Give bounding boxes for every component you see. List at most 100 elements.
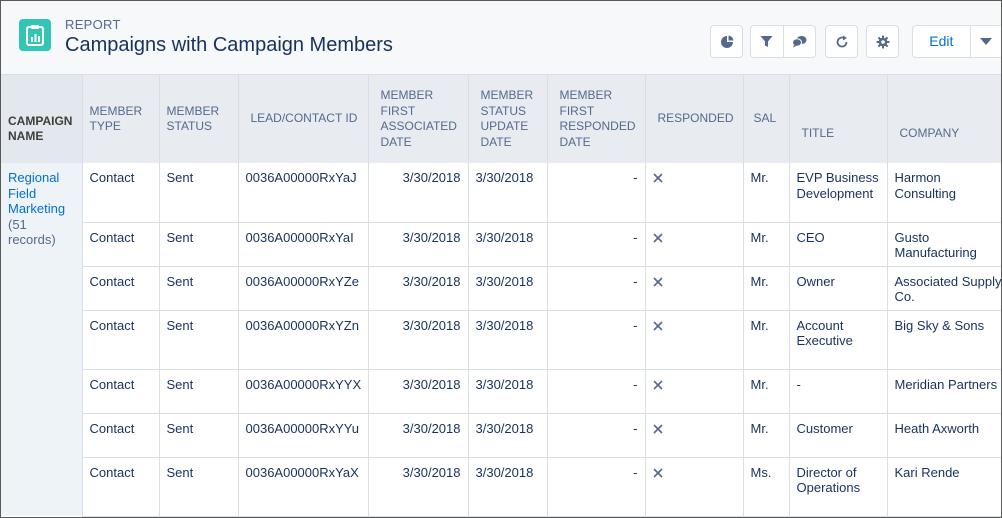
- cell-responded: [645, 457, 744, 517]
- cell-salutation: Mr.: [743, 310, 790, 370]
- cell-first-associated-date: 3/30/2018: [368, 222, 469, 267]
- cell-responded: [645, 413, 744, 458]
- cell-contact-id[interactable]: 0036A00000RxYaX: [238, 457, 369, 517]
- column-header-member-type[interactable]: MEMBER TYPE: [82, 75, 160, 163]
- cell-company: Heath Axworth: [887, 413, 1001, 458]
- report-clipboard-icon: [19, 19, 51, 51]
- column-header-lead-contact-id[interactable]: LEAD/CONTACT ID: [238, 75, 369, 163]
- refresh-icon: [836, 35, 847, 47]
- page-eyebrow: REPORT: [65, 17, 121, 32]
- column-header-first-responded-date[interactable]: MEMBER FIRST RESPONDED DATE: [547, 75, 646, 163]
- cell-first-associated-date: 3/30/2018: [368, 413, 469, 458]
- x-mark-icon: [652, 467, 663, 478]
- gear-icon: [876, 35, 889, 48]
- cell-salutation: Mr.: [743, 222, 790, 267]
- cell-company: Meridian Partners: [887, 369, 1001, 414]
- cell-contact-id[interactable]: 0036A00000RxYYX: [238, 369, 369, 414]
- cell-status-update-date: 3/30/2018: [468, 310, 548, 370]
- cell-member-status: Sent: [159, 413, 239, 458]
- report-table: CAMPAIGN NAME MEMBER TYPE MEMBER STATUS …: [1, 75, 1001, 517]
- cell-company: Gusto Manufacturing: [887, 222, 1001, 267]
- table-row: Contact Sent 0036A00000RxYZn 3/30/2018 3…: [1, 310, 1001, 370]
- filter-funnel-icon: [760, 36, 773, 47]
- filter-button[interactable]: [751, 26, 783, 57]
- cell-member-type: Contact: [82, 222, 160, 267]
- column-header-salutation[interactable]: SAL: [743, 75, 790, 163]
- cell-title: Account Executive: [789, 310, 888, 370]
- cell-first-associated-date: 3/30/2018: [368, 310, 469, 370]
- cell-responded: [645, 369, 744, 414]
- cell-first-responded-date: -: [547, 369, 646, 414]
- filter-button-group: [750, 25, 816, 58]
- cell-status-update-date: 3/30/2018: [468, 222, 548, 267]
- column-header-first-associated-date[interactable]: MEMBER FIRST ASSOCIATED DATE: [368, 75, 469, 163]
- cell-first-responded-date: -: [547, 413, 646, 458]
- edit-menu-button[interactable]: [969, 26, 1001, 57]
- x-mark-icon: [652, 173, 663, 183]
- cell-status-update-date: 3/30/2018: [468, 163, 548, 223]
- column-header-title[interactable]: TITLE: [789, 75, 888, 163]
- x-mark-icon: [652, 320, 663, 331]
- cell-responded: [645, 222, 744, 267]
- edit-button[interactable]: Edit: [913, 26, 970, 57]
- cell-contact-id[interactable]: 0036A00000RxYaJ: [238, 163, 369, 223]
- column-header-campaign-name[interactable]: CAMPAIGN NAME: [1, 75, 83, 163]
- chart-button[interactable]: [710, 25, 743, 58]
- column-header-responded[interactable]: RESPONDED: [645, 75, 744, 163]
- page-title: Campaigns with Campaign Members: [65, 34, 393, 56]
- cell-title: Owner: [789, 266, 888, 311]
- cell-member-status: Sent: [159, 457, 239, 517]
- table-row: Contact Sent 0036A00000RxYaX 3/30/2018 3…: [1, 457, 1001, 517]
- cell-member-type: Contact: [82, 310, 160, 370]
- column-header-member-status[interactable]: MEMBER STATUS: [159, 75, 239, 163]
- x-mark-icon: [652, 423, 663, 434]
- cell-member-type: Contact: [82, 369, 160, 414]
- cell-salutation: Mr.: [743, 163, 790, 223]
- cell-first-associated-date: 3/30/2018: [368, 163, 469, 223]
- refresh-button[interactable]: [825, 25, 858, 58]
- cell-first-associated-date: 3/30/2018: [368, 369, 469, 414]
- cell-first-associated-date: 3/30/2018: [368, 266, 469, 311]
- column-header-status-update-date[interactable]: MEMBER STATUS UPDATE DATE: [468, 75, 548, 163]
- conversation-button[interactable]: [782, 26, 815, 57]
- cell-company: Big Sky & Sons: [887, 310, 1001, 370]
- settings-button[interactable]: [866, 25, 899, 58]
- cell-first-responded-date: -: [547, 310, 646, 370]
- pie-chart-icon: [720, 35, 733, 48]
- report-window: REPORT Campaigns with Campaign Members E…: [0, 0, 1002, 518]
- cell-member-status: Sent: [159, 222, 239, 267]
- cell-status-update-date: 3/30/2018: [468, 413, 548, 458]
- cell-member-status: Sent: [159, 163, 239, 223]
- cell-salutation: Mr.: [743, 369, 790, 414]
- campaign-name-link[interactable]: Regional Field Marketing: [8, 170, 75, 217]
- cell-title: CEO: [789, 222, 888, 267]
- cell-responded: [645, 266, 744, 311]
- cell-salutation: Ms.: [743, 457, 790, 517]
- table-row: Contact Sent 0036A00000RxYaI 3/30/2018 3…: [1, 222, 1001, 267]
- table-row: Regional Field Marketing (51 records) Co…: [1, 163, 1001, 516]
- cell-first-responded-date: -: [547, 163, 646, 223]
- cell-salutation: Mr.: [743, 266, 790, 311]
- cell-contact-id[interactable]: 0036A00000RxYYu: [238, 413, 369, 458]
- cell-contact-id[interactable]: 0036A00000RxYaI: [238, 222, 369, 267]
- campaign-group-cell: Regional Field Marketing (51 records): [1, 163, 83, 516]
- report-header: REPORT Campaigns with Campaign Members E…: [1, 1, 1001, 75]
- cell-contact-id[interactable]: 0036A00000RxYZe: [238, 266, 369, 311]
- cell-member-status: Sent: [159, 266, 239, 311]
- caret-down-icon: [979, 37, 992, 45]
- cell-first-responded-date: -: [547, 266, 646, 311]
- table-row: Contact Sent 0036A00000RxYYu 3/30/2018 3…: [1, 413, 1001, 458]
- chat-bubbles-icon: [791, 36, 807, 48]
- cell-responded: [645, 310, 744, 370]
- cell-title: Director of Operations: [789, 457, 888, 517]
- cell-first-associated-date: 3/30/2018: [368, 457, 469, 517]
- table-row: Contact Sent 0036A00000RxYZe 3/30/2018 3…: [1, 266, 1001, 311]
- cell-member-type: Contact: [82, 266, 160, 311]
- cell-first-responded-date: -: [547, 457, 646, 517]
- cell-status-update-date: 3/30/2018: [468, 457, 548, 517]
- column-header-company[interactable]: COMPANY: [887, 75, 1001, 163]
- campaign-record-count: (51 records): [8, 216, 56, 248]
- x-mark-icon: [652, 232, 663, 243]
- cell-responded: [645, 163, 744, 223]
- cell-contact-id[interactable]: 0036A00000RxYZn: [238, 310, 369, 370]
